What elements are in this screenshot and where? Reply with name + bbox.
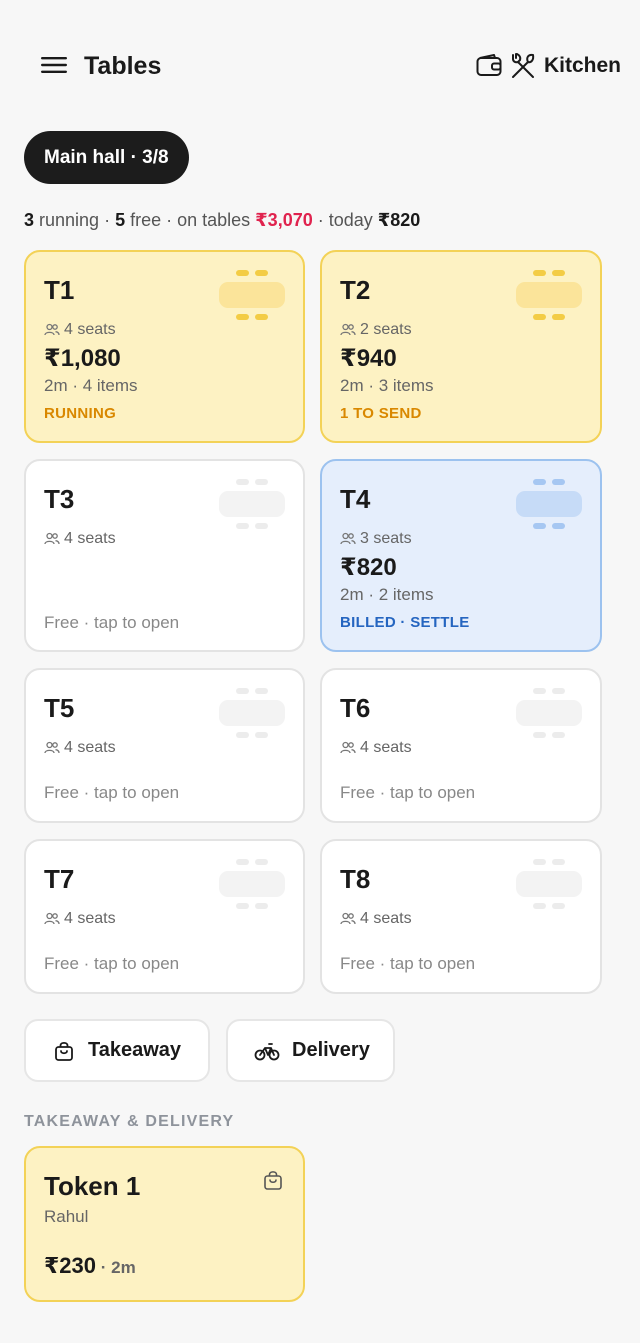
table-amount: ₹1,080 (44, 345, 121, 372)
on-tables-amount: ₹3,070 (255, 210, 313, 230)
seats-label: 4 seats (64, 321, 116, 338)
table-meta: 2m · 4 items (44, 376, 138, 395)
kitchen-button[interactable]: Kitchen (508, 48, 621, 84)
table-seats: 4 seats (44, 738, 116, 758)
app-header: Tables Kitchen (0, 0, 640, 130)
section-heading: TAKEAWAY & DELIVERY (24, 1113, 235, 1130)
bicycle-icon (254, 1042, 280, 1060)
table-graphic (516, 688, 582, 738)
table-name: T3 (44, 484, 75, 514)
token-amount-line: ₹230 · 2m (44, 1252, 136, 1282)
token-card[interactable]: Token 1 Rahul ₹230 · 2m (24, 1146, 305, 1302)
table-graphic (516, 859, 582, 909)
seats-label: 3 seats (360, 530, 412, 547)
people-icon (44, 741, 60, 754)
running-label: running · (34, 210, 116, 230)
table-seats: 4 seats (340, 738, 412, 758)
seats-label: 4 seats (64, 910, 116, 927)
table-card-t2[interactable]: T2 2 seats ₹940 2m · 3 items 1 TO SEND (320, 250, 602, 443)
table-seats: 3 seats (340, 529, 412, 549)
takeaway-label: Takeaway (88, 1039, 182, 1061)
table-graphic (219, 270, 285, 320)
seats-label: 2 seats (360, 321, 412, 338)
table-meta: 2m · 3 items (340, 376, 434, 395)
table-card-t3[interactable]: T3 4 seats Free · tap to open (24, 459, 305, 652)
people-icon (340, 741, 356, 754)
shopping-bag-icon (55, 1041, 73, 1061)
table-graphic (516, 270, 582, 320)
table-free-text: Free · tap to open (44, 954, 180, 973)
free-count: 5 (115, 210, 126, 230)
table-card-t6[interactable]: T6 4 seats Free · tap to open (320, 668, 602, 823)
table-free-text: Free · tap to open (44, 613, 180, 632)
table-status: BILLED · SETTLE (340, 614, 470, 631)
table-amount: ₹820 (340, 554, 397, 581)
table-card-t1[interactable]: T1 4 seats ₹1,080 2m · 4 items RUNNING (24, 250, 305, 443)
people-icon (44, 532, 60, 545)
table-free-text: Free · tap to open (340, 783, 476, 802)
table-card-t7[interactable]: T7 4 seats Free · tap to open (24, 839, 305, 994)
table-graphic (219, 688, 285, 738)
table-name: T7 (44, 864, 75, 894)
summary-line: 3 running · 5 free · on tables ₹3,070 · … (24, 207, 420, 233)
people-icon (340, 912, 356, 925)
table-name: T4 (340, 484, 371, 514)
table-amount: ₹940 (340, 345, 397, 372)
seats-label: 4 seats (360, 910, 412, 927)
table-name: T8 (340, 864, 371, 894)
hall-selector-chip[interactable]: Main hall · 3/8 (24, 131, 189, 184)
table-name: T5 (44, 693, 75, 723)
table-name: T6 (340, 693, 371, 723)
today-label: · today (312, 210, 378, 230)
table-seats: 4 seats (44, 909, 116, 929)
running-count: 3 (24, 210, 35, 230)
table-card-t5[interactable]: T5 4 seats Free · tap to open (24, 668, 305, 823)
token-time: · 2m (96, 1258, 136, 1277)
kitchen-label: Kitchen (544, 54, 622, 77)
delivery-button[interactable]: Delivery (226, 1019, 395, 1082)
people-icon (340, 323, 356, 336)
table-status: 1 TO SEND (340, 405, 422, 422)
people-icon (44, 323, 60, 336)
token-name: Token 1 (44, 1171, 141, 1201)
takeaway-button[interactable]: Takeaway (24, 1019, 210, 1082)
table-meta: 2m · 2 items (340, 585, 434, 604)
seats-label: 4 seats (360, 739, 412, 756)
table-graphic (516, 479, 582, 529)
delivery-label: Delivery (292, 1039, 370, 1061)
menu-icon[interactable] (36, 50, 72, 80)
table-seats: 4 seats (44, 529, 116, 549)
table-seats: 2 seats (340, 320, 412, 340)
table-status: RUNNING (44, 405, 117, 422)
seats-label: 4 seats (64, 739, 116, 756)
table-graphic (219, 859, 285, 909)
table-card-t8[interactable]: T8 4 seats Free · tap to open (320, 839, 602, 994)
table-free-text: Free · tap to open (340, 954, 476, 973)
table-graphic (219, 479, 285, 529)
token-customer: Rahul (44, 1207, 89, 1226)
people-icon (340, 532, 356, 545)
token-amount: ₹230 (44, 1253, 97, 1278)
table-seats: 4 seats (44, 320, 116, 340)
table-card-t4[interactable]: T4 3 seats ₹820 2m · 2 items BILLED · SE… (320, 459, 602, 652)
table-name: T2 (340, 275, 371, 305)
today-amount: ₹820 (377, 210, 421, 230)
table-name: T1 (44, 275, 75, 305)
utensils-icon (512, 53, 535, 78)
shopping-bag-icon (264, 1171, 282, 1190)
free-label: free · on tables (125, 210, 256, 230)
table-seats: 4 seats (340, 909, 412, 929)
table-free-text: Free · tap to open (44, 783, 180, 802)
wallet-icon[interactable] (474, 51, 504, 81)
people-icon (44, 912, 60, 925)
seats-label: 4 seats (64, 530, 116, 547)
page-title: Tables (84, 52, 162, 80)
